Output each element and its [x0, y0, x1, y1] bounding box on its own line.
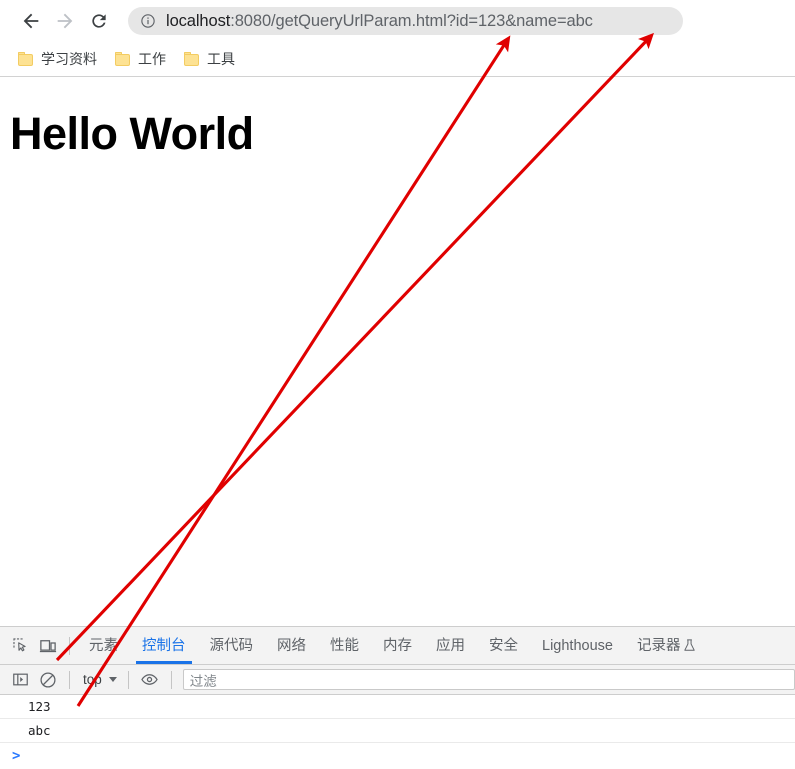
console-toolbar-divider	[69, 670, 70, 689]
tab-performance[interactable]: 性能	[318, 628, 371, 664]
console-toolbar: top 过滤	[0, 665, 795, 695]
back-button[interactable]	[14, 4, 48, 38]
tab-console[interactable]: 控制台	[130, 628, 198, 664]
info-circle-icon[interactable]	[140, 13, 156, 29]
forward-button[interactable]	[48, 4, 82, 38]
bookmarks-bar: 学习资料 工作 工具	[0, 42, 795, 76]
reload-button[interactable]	[82, 4, 116, 38]
reload-icon	[89, 11, 109, 31]
bookmark-item[interactable]: 学习资料	[14, 47, 105, 71]
console-toolbar-divider	[170, 670, 172, 689]
tab-lighthouse[interactable]: Lighthouse	[530, 628, 625, 664]
address-bar-url-host: localhost	[166, 11, 231, 30]
console-prompt[interactable]: >	[0, 743, 795, 769]
console-message-row[interactable]: abc	[0, 719, 795, 743]
execution-context-dropdown[interactable]: top	[77, 669, 121, 691]
devtools-panel: 元素 控制台 源代码 网络 性能 内存 应用 安全 Lighthouse 记录器	[0, 626, 795, 769]
bookmark-item[interactable]: 工具	[180, 47, 243, 71]
flask-icon	[682, 638, 697, 653]
chevron-down-icon	[108, 677, 117, 682]
folder-icon	[115, 52, 131, 66]
bookmark-label: 工作	[138, 51, 166, 67]
execution-context-value: top	[83, 672, 102, 687]
devtools-tabbar: 元素 控制台 源代码 网络 性能 内存 应用 安全 Lighthouse 记录器	[0, 627, 795, 665]
tab-memory[interactable]: 内存	[371, 628, 424, 664]
console-filter-placeholder: 过滤	[189, 673, 217, 689]
inspect-element-icon[interactable]	[6, 632, 34, 660]
device-toolbar-icon[interactable]	[34, 632, 62, 660]
arrow-right-icon	[54, 10, 76, 32]
prompt-caret-icon: >	[12, 748, 21, 764]
console-filter-input[interactable]: 过滤	[182, 669, 795, 690]
bookmark-label: 工具	[207, 51, 235, 67]
arrow-left-icon	[20, 10, 42, 32]
address-bar-url-path: :8080/getQueryUrlParam.html?id=123&name=…	[230, 11, 593, 30]
tab-security[interactable]: 安全	[477, 628, 530, 664]
address-bar[interactable]: localhost:8080/getQueryUrlParam.html?id=…	[128, 7, 683, 35]
console-message-text: abc	[28, 723, 51, 738]
tab-elements[interactable]: 元素	[77, 628, 130, 664]
browser-chrome: localhost:8080/getQueryUrlParam.html?id=…	[0, 0, 795, 80]
navigation-bar: localhost:8080/getQueryUrlParam.html?id=…	[0, 0, 795, 42]
console-message-row[interactable]: 123	[0, 695, 795, 719]
folder-icon	[184, 52, 200, 66]
tab-sources[interactable]: 源代码	[198, 628, 266, 664]
console-output: 123 abc >	[0, 695, 795, 769]
chrome-divider	[0, 76, 795, 77]
bookmark-item[interactable]: 工作	[111, 47, 174, 71]
page-viewport: Hello World	[0, 80, 795, 590]
console-sidebar-icon[interactable]	[6, 666, 34, 694]
tab-recorder-label: 记录器	[636, 637, 681, 654]
eye-icon[interactable]	[136, 666, 164, 694]
console-message-text: 123	[28, 699, 51, 714]
tab-recorder[interactable]: 记录器	[625, 628, 706, 664]
folder-icon	[18, 52, 34, 66]
address-bar-url: localhost:8080/getQueryUrlParam.html?id=…	[166, 13, 593, 30]
toolbar-divider	[69, 636, 70, 655]
bookmark-label: 学习资料	[41, 51, 97, 67]
clear-console-icon[interactable]	[34, 666, 62, 694]
tab-network[interactable]: 网络	[265, 628, 318, 664]
console-toolbar-divider	[127, 670, 129, 689]
page-title: Hello World	[10, 108, 254, 159]
tab-application[interactable]: 应用	[424, 628, 477, 664]
